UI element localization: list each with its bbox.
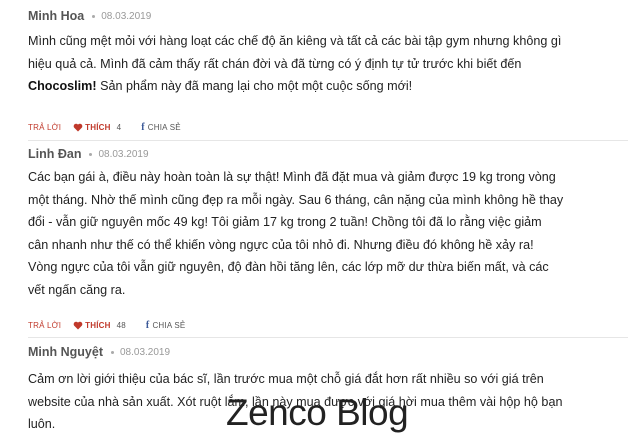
comment-header: Minh Hoa 08.03.2019: [28, 6, 151, 26]
comment-author[interactable]: Linh Đan: [28, 147, 81, 161]
comment-line: Vòng ngực của tôi vẫn giữ nguyên, độ đàn…: [28, 260, 549, 274]
comment-line: đổi - vẫn giữ nguyên mốc 49 kg! Tôi giảm…: [28, 215, 542, 229]
comment-author[interactable]: Minh Hoa: [28, 9, 84, 23]
reply-button[interactable]: TRẢ LỜI: [28, 321, 61, 330]
facebook-icon: f: [145, 319, 150, 331]
comment-line: hiệu quả cả. Mình đã cảm thấy rất chán đ…: [28, 56, 522, 71]
reply-button[interactable]: TRẢ LỜI: [28, 123, 61, 132]
comment-line: Các bạn gái à, điều này hoàn toàn là sự …: [28, 170, 556, 184]
comment-line: Mình cũng mệt mỏi với hàng loạt các chế …: [28, 34, 562, 48]
divider: [28, 140, 628, 141]
like-button[interactable]: THÍCH 4: [73, 123, 121, 132]
comment-line: một tháng. Nhờ thế mình cũng đẹp ra mỗi …: [28, 192, 564, 207]
comment-line: Cảm ơn lời giới thiệu của bác sĩ, lần tr…: [28, 372, 544, 386]
like-label: THÍCH: [85, 122, 111, 132]
comment-line: vết ngấn căng ra.: [28, 282, 126, 297]
comment-header: Linh Đan 08.03.2019: [28, 144, 149, 164]
separator-dot: [89, 152, 93, 156]
comment-text: Sản phẩm này đã mang lại cho một một cuộ…: [96, 79, 413, 93]
separator-dot: [92, 14, 96, 18]
comment-header: Minh Nguyệt 08.03.2019: [28, 342, 170, 362]
comment-body: Mình cũng mệt mỏi với hàng loạt các chế …: [28, 30, 618, 98]
comment-body: Các bạn gái à, điều này hoàn toàn là sự …: [28, 166, 618, 301]
comment-actions: TRẢ LỜI THÍCH 4 f CHIA SẺ: [28, 120, 181, 134]
heart-icon: [73, 321, 83, 329]
product-name: Chocoslim!: [28, 79, 97, 93]
like-label: THÍCH: [85, 320, 111, 330]
comment-date: 08.03.2019: [98, 148, 149, 160]
watermark: Zenco Blog: [226, 392, 409, 433]
comment-author[interactable]: Minh Nguyệt: [28, 345, 103, 359]
separator-dot: [111, 350, 114, 354]
heart-icon: [73, 123, 83, 131]
comment-line: Chocoslim! Sản phẩm này đã mang lại cho …: [28, 75, 618, 98]
share-label: CHIA SẺ: [147, 122, 181, 132]
share-label: CHIA SẺ: [152, 320, 186, 330]
share-button[interactable]: f CHIA SẺ: [141, 122, 181, 133]
divider: [28, 337, 628, 338]
like-count: 4: [116, 122, 122, 132]
comment-date: 08.03.2019: [101, 10, 152, 22]
comment-line: cân nhanh như thế có thể khiến vòng ngực…: [28, 237, 534, 252]
share-button[interactable]: f CHIA SẺ: [146, 320, 186, 331]
like-count: 48: [116, 320, 126, 330]
comment-actions: TRẢ LỜI THÍCH 48 f CHIA SẺ: [28, 318, 185, 332]
like-button[interactable]: THÍCH 48: [73, 321, 126, 330]
comment-date: 08.03.2019: [120, 346, 171, 358]
facebook-icon: f: [141, 121, 145, 133]
